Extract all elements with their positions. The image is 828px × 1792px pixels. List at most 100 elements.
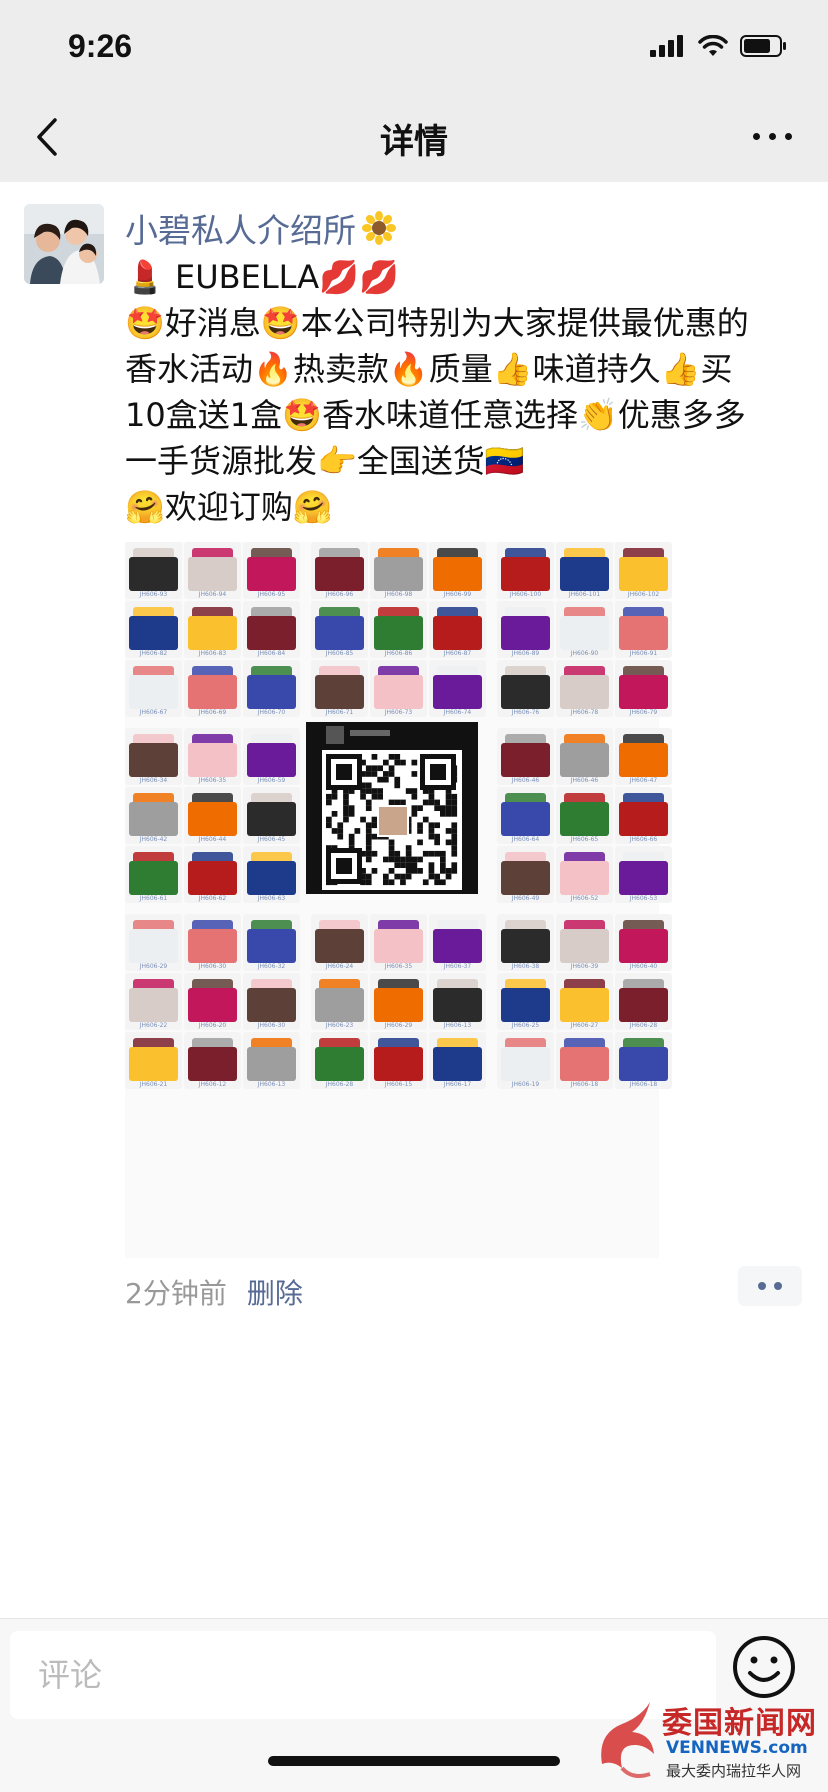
post-segment: 味道持久: [532, 350, 661, 388]
perfume-box: [501, 801, 550, 836]
product-tile: JH606-91: [615, 601, 672, 658]
more-button[interactable]: [742, 114, 802, 158]
qr-module: [348, 811, 355, 817]
product-tile: JH606-34: [125, 728, 182, 785]
product-tile: JH606-85: [311, 601, 368, 658]
product-tile: JH606-69: [184, 660, 241, 717]
watermark-subtitle: 最大委内瑞拉华人网: [666, 1762, 802, 1780]
post-segment: 买: [700, 350, 733, 388]
emoji-button[interactable]: [730, 1633, 798, 1701]
qr-module: [428, 862, 435, 868]
product-code: JH606-98: [384, 591, 413, 598]
qr-module: [343, 799, 349, 806]
site-watermark: 委国新闻网 VENNEWS.com 最大委内瑞拉华人网: [592, 1694, 822, 1790]
product-tile: JH606-30: [184, 914, 241, 971]
product-code: JH606-17: [443, 1081, 472, 1088]
post-time: 2分钟前: [125, 1277, 227, 1310]
qr-module: [343, 793, 349, 800]
product-code: JH606-93: [139, 591, 168, 598]
qr-module: [377, 788, 383, 794]
qr-module: [445, 839, 452, 846]
qr-module: [422, 879, 429, 886]
delete-link[interactable]: 删除: [247, 1272, 303, 1312]
qr-module: [434, 799, 440, 806]
product-code: JH606-86: [384, 650, 413, 657]
post-segment: 质量: [428, 350, 493, 388]
product-code: JH606-87: [443, 650, 472, 657]
product-tile: JH606-30: [243, 973, 300, 1030]
product-tile: JH606-45: [243, 787, 300, 844]
qr-module: [371, 822, 378, 829]
pointing-right-icon: 👉: [317, 442, 357, 480]
like-comment-button[interactable]: [738, 1266, 802, 1306]
product-code: JH606-76: [511, 709, 540, 716]
avatar[interactable]: [24, 204, 104, 284]
product-code: JH606-13: [257, 1081, 286, 1088]
perfume-box: [315, 928, 364, 963]
qr-module: [388, 879, 395, 886]
perfume-box: [560, 674, 609, 709]
qr-module: [405, 868, 412, 874]
author-name[interactable]: 小碧私人介绍所: [125, 204, 396, 252]
product-tile: JH606-23: [311, 973, 368, 1030]
product-code: JH606-66: [629, 836, 658, 843]
status-bar: 9:26: [0, 0, 828, 90]
product-tile: JH606-21: [125, 1032, 182, 1089]
perfume-box: [501, 615, 550, 650]
qr-module: [428, 868, 435, 874]
perfume-box: [247, 1046, 296, 1081]
perfume-box: [619, 674, 668, 709]
perfume-box: [374, 1046, 423, 1081]
qr-module: [411, 856, 418, 863]
qr-module: [422, 850, 429, 857]
product-code: JH606-99: [443, 591, 472, 598]
perfume-box: [433, 615, 482, 650]
perfume-box: [129, 742, 178, 777]
qr-module: [394, 782, 401, 789]
product-code: JH606-46: [511, 777, 540, 784]
product-tile: JH606-18: [556, 1032, 613, 1089]
qr-module: [365, 845, 372, 851]
product-code: JH606-22: [139, 1022, 168, 1029]
qr-module: [371, 788, 378, 794]
product-code: JH606-74: [443, 709, 472, 716]
product-code: JH606-83: [198, 650, 227, 657]
qr-module: [434, 879, 440, 886]
smiley-icon: [733, 1636, 795, 1698]
product-tile: JH606-49: [497, 846, 554, 903]
product-tile: JH606-22: [125, 973, 182, 1030]
qr-module: [440, 868, 446, 874]
qr-module: [417, 868, 423, 874]
product-image[interactable]: JH606-93 JH606-94 JH606-95 JH606-82 JH606-83…: [125, 542, 672, 1258]
qr-module: [337, 828, 344, 834]
product-tile: JH606-59: [243, 728, 300, 785]
qr-module: [365, 850, 372, 857]
product-code: JH606-73: [384, 709, 413, 716]
qr-module: [371, 754, 378, 760]
product-code: JH606-21: [139, 1081, 168, 1088]
product-code: JH606-23: [325, 1022, 354, 1029]
product-code: JH606-91: [629, 650, 658, 657]
perfume-box: [247, 556, 296, 591]
product-code: JH606-95: [257, 591, 286, 598]
product-tile: JH606-100: [497, 542, 554, 599]
qr-module: [377, 776, 383, 783]
perfume-box: [315, 987, 364, 1022]
product-code: JH606-89: [511, 650, 540, 657]
perfume-box: [619, 928, 668, 963]
qr-module: [371, 771, 378, 777]
post-segment: 好消息: [164, 304, 261, 342]
perfume-box: [619, 801, 668, 836]
product-tile: JH606-73: [370, 660, 427, 717]
qr-module: [365, 839, 372, 846]
post-segment: 香水活动: [125, 350, 254, 388]
qr-module: [360, 793, 366, 800]
product-code: JH606-67: [139, 709, 168, 716]
product-code: JH606-96: [325, 591, 354, 598]
qr-module: [365, 873, 372, 880]
star-struck-icon: 🤩: [125, 304, 165, 342]
product-tile: JH606-53: [615, 846, 672, 903]
qr-module: [365, 856, 372, 863]
thumbs-up-icon: 👍: [492, 350, 533, 388]
product-code: JH606-46: [570, 777, 599, 784]
